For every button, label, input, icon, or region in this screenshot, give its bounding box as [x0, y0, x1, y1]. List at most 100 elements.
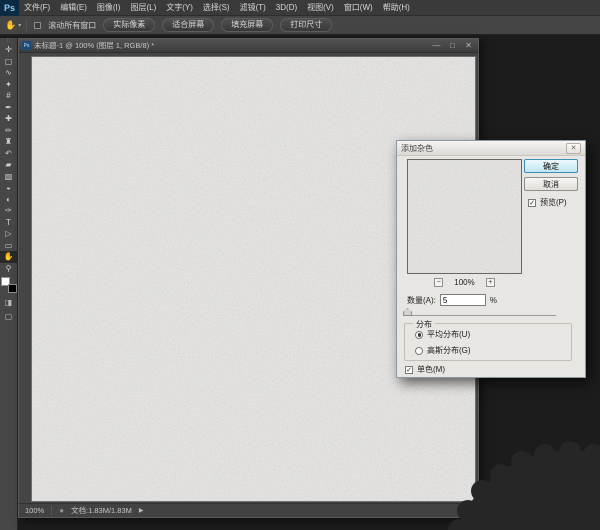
tool-brush[interactable]: ✏ [0, 125, 18, 137]
dialog-close-icon[interactable]: ✕ [566, 143, 581, 154]
minimize-button[interactable]: — [430, 40, 443, 52]
pen-icon: ✑ [5, 206, 12, 215]
noise-preview[interactable] [407, 159, 522, 274]
ok-button[interactable]: 确定 [524, 159, 578, 173]
menu-edit[interactable]: 编辑(E) [55, 0, 92, 15]
uniform-radio[interactable] [415, 331, 423, 339]
eraser-icon: ▰ [5, 160, 11, 169]
move-icon: ✛ [5, 45, 12, 54]
preview-zoom-level: 100% [454, 278, 474, 287]
fit-screen-button[interactable]: 适合屏幕 [162, 18, 214, 32]
print-size-button[interactable]: 打印尺寸 [280, 18, 332, 32]
preview-checkbox-label: 预览(P) [540, 197, 567, 208]
uniform-radio-label: 平均分布(U) [427, 329, 470, 340]
document-icon: Ps [22, 41, 31, 50]
tool-hand[interactable]: ✋ [0, 251, 18, 263]
gradient-icon: ▧ [5, 172, 13, 181]
close-button[interactable]: ✕ [462, 40, 475, 52]
restore-button[interactable]: □ [446, 40, 459, 52]
distribution-group: 分布 平均分布(U) 高斯分布(G) [404, 323, 572, 361]
amount-slider-handle[interactable] [403, 308, 412, 316]
tool-quick-selection[interactable]: ✦ [0, 79, 18, 91]
document-title: 未标题-1 @ 100% (图层 1, RGB/8) * [34, 40, 427, 51]
tools-panel: ∷ ✛ ▢ ∿ ✦ # ✒ ✚ ✏ ♜ ↶ ▰ ▧ ◒ ◐ ✑ T ▷ ▭ ✋ … [0, 38, 18, 530]
tool-dodge[interactable]: ◐ [0, 194, 18, 206]
monochromatic-checkbox[interactable]: ✓ [405, 366, 413, 374]
menu-select[interactable]: 选择(S) [198, 0, 235, 15]
tool-pen[interactable]: ✑ [0, 205, 18, 217]
tool-zoom[interactable]: ⚲ [0, 263, 18, 275]
background-color-swatch[interactable] [8, 284, 17, 293]
zoom-icon: ⚲ [6, 264, 12, 273]
add-noise-dialog: 添加杂色 ✕ − 100% + [396, 140, 586, 378]
scroll-all-windows-label: 滚动所有窗口 [48, 20, 96, 31]
amount-label: 数量(A): [407, 295, 436, 306]
cancel-button[interactable]: 取消 [524, 177, 578, 191]
tool-shape[interactable]: ▭ [0, 240, 18, 252]
menu-layer[interactable]: 图层(L) [125, 0, 161, 15]
menu-file[interactable]: 文件(F) [19, 0, 55, 15]
amount-unit: % [490, 296, 497, 305]
document-title-bar[interactable]: Ps 未标题-1 @ 100% (图层 1, RGB/8) * — □ ✕ [19, 39, 478, 53]
eyedropper-icon: ✒ [5, 103, 12, 112]
uniform-distribution-option[interactable]: 平均分布(U) [415, 329, 571, 340]
zoom-in-button[interactable]: + [486, 278, 495, 287]
brush-icon: ✏ [5, 126, 12, 135]
tool-eraser[interactable]: ▰ [0, 159, 18, 171]
screen-mode-icon[interactable]: ▢ [5, 312, 13, 321]
monochromatic-label: 单色(M) [417, 364, 445, 375]
menu-view[interactable]: 视图(V) [302, 0, 339, 15]
scroll-all-windows-checkbox[interactable] [34, 22, 41, 29]
preview-checkbox[interactable]: ✓ [528, 199, 536, 207]
path-selection-icon: ▷ [5, 229, 11, 238]
watermark-blob [440, 430, 600, 530]
tool-gradient[interactable]: ▧ [0, 171, 18, 183]
crop-icon: # [6, 91, 10, 100]
lasso-icon: ∿ [5, 68, 12, 77]
tool-blur[interactable]: ◒ [0, 182, 18, 194]
tool-eyedropper[interactable]: ✒ [0, 102, 18, 114]
amount-input[interactable] [440, 294, 486, 306]
menu-help[interactable]: 帮助(H) [378, 0, 415, 15]
actual-pixels-button[interactable]: 实际像素 [103, 18, 155, 32]
quick-mask-icon[interactable]: ◨ [5, 298, 13, 307]
blur-icon: ◒ [6, 183, 11, 192]
quick-selection-icon: ✦ [5, 80, 12, 89]
zoom-level-field[interactable]: 100% [25, 506, 52, 515]
marquee-icon: ▢ [5, 57, 13, 66]
preview-option[interactable]: ✓ 预览(P) [528, 197, 567, 208]
photoshop-logo: Ps [0, 0, 19, 16]
fill-screen-button[interactable]: 填充屏幕 [221, 18, 273, 32]
tool-clone-stamp[interactable]: ♜ [0, 136, 18, 148]
history-brush-icon: ↶ [5, 149, 12, 158]
tool-type[interactable]: T [0, 217, 18, 229]
tool-preset-picker[interactable]: ✋ ▾ [5, 20, 27, 31]
dialog-title-bar[interactable]: 添加杂色 ✕ [397, 141, 585, 156]
distribution-label: 分布 [413, 319, 435, 330]
menu-filter[interactable]: 滤镜(T) [235, 0, 271, 15]
tool-history-brush[interactable]: ↶ [0, 148, 18, 160]
menu-3d[interactable]: 3D(D) [271, 0, 302, 15]
menu-window[interactable]: 窗口(W) [339, 0, 378, 15]
shape-icon: ▭ [5, 241, 13, 250]
tool-move[interactable]: ✛ [0, 44, 18, 56]
tool-crop[interactable]: # [0, 90, 18, 102]
menu-image[interactable]: 图像(I) [92, 0, 126, 15]
tool-lasso[interactable]: ∿ [0, 67, 18, 79]
clone-stamp-icon: ♜ [5, 137, 12, 146]
workspace: ∷ ✛ ▢ ∿ ✦ # ✒ ✚ ✏ ♜ ↶ ▰ ▧ ◒ ◐ ✑ T ▷ ▭ ✋ … [0, 36, 600, 530]
tool-path-selection[interactable]: ▷ [0, 228, 18, 240]
gaussian-distribution-option[interactable]: 高斯分布(G) [415, 345, 571, 356]
tool-healing-brush[interactable]: ✚ [0, 113, 18, 125]
status-menu-arrow-icon[interactable]: ▶ [139, 507, 144, 514]
dialog-body: − 100% + 数量(A): % 分布 平均分布(U) 高斯分布(G) [397, 156, 585, 377]
tool-marquee[interactable]: ▢ [0, 56, 18, 68]
chevron-down-icon: ▾ [18, 22, 21, 29]
preview-zoom-controls: − 100% + [407, 278, 522, 287]
monochromatic-option[interactable]: ✓ 单色(M) [405, 364, 445, 375]
zoom-out-button[interactable]: − [434, 278, 443, 287]
dodge-icon: ◐ [6, 195, 11, 204]
amount-slider-track[interactable] [406, 315, 556, 316]
gaussian-radio[interactable] [415, 347, 423, 355]
menu-type[interactable]: 文字(Y) [161, 0, 198, 15]
